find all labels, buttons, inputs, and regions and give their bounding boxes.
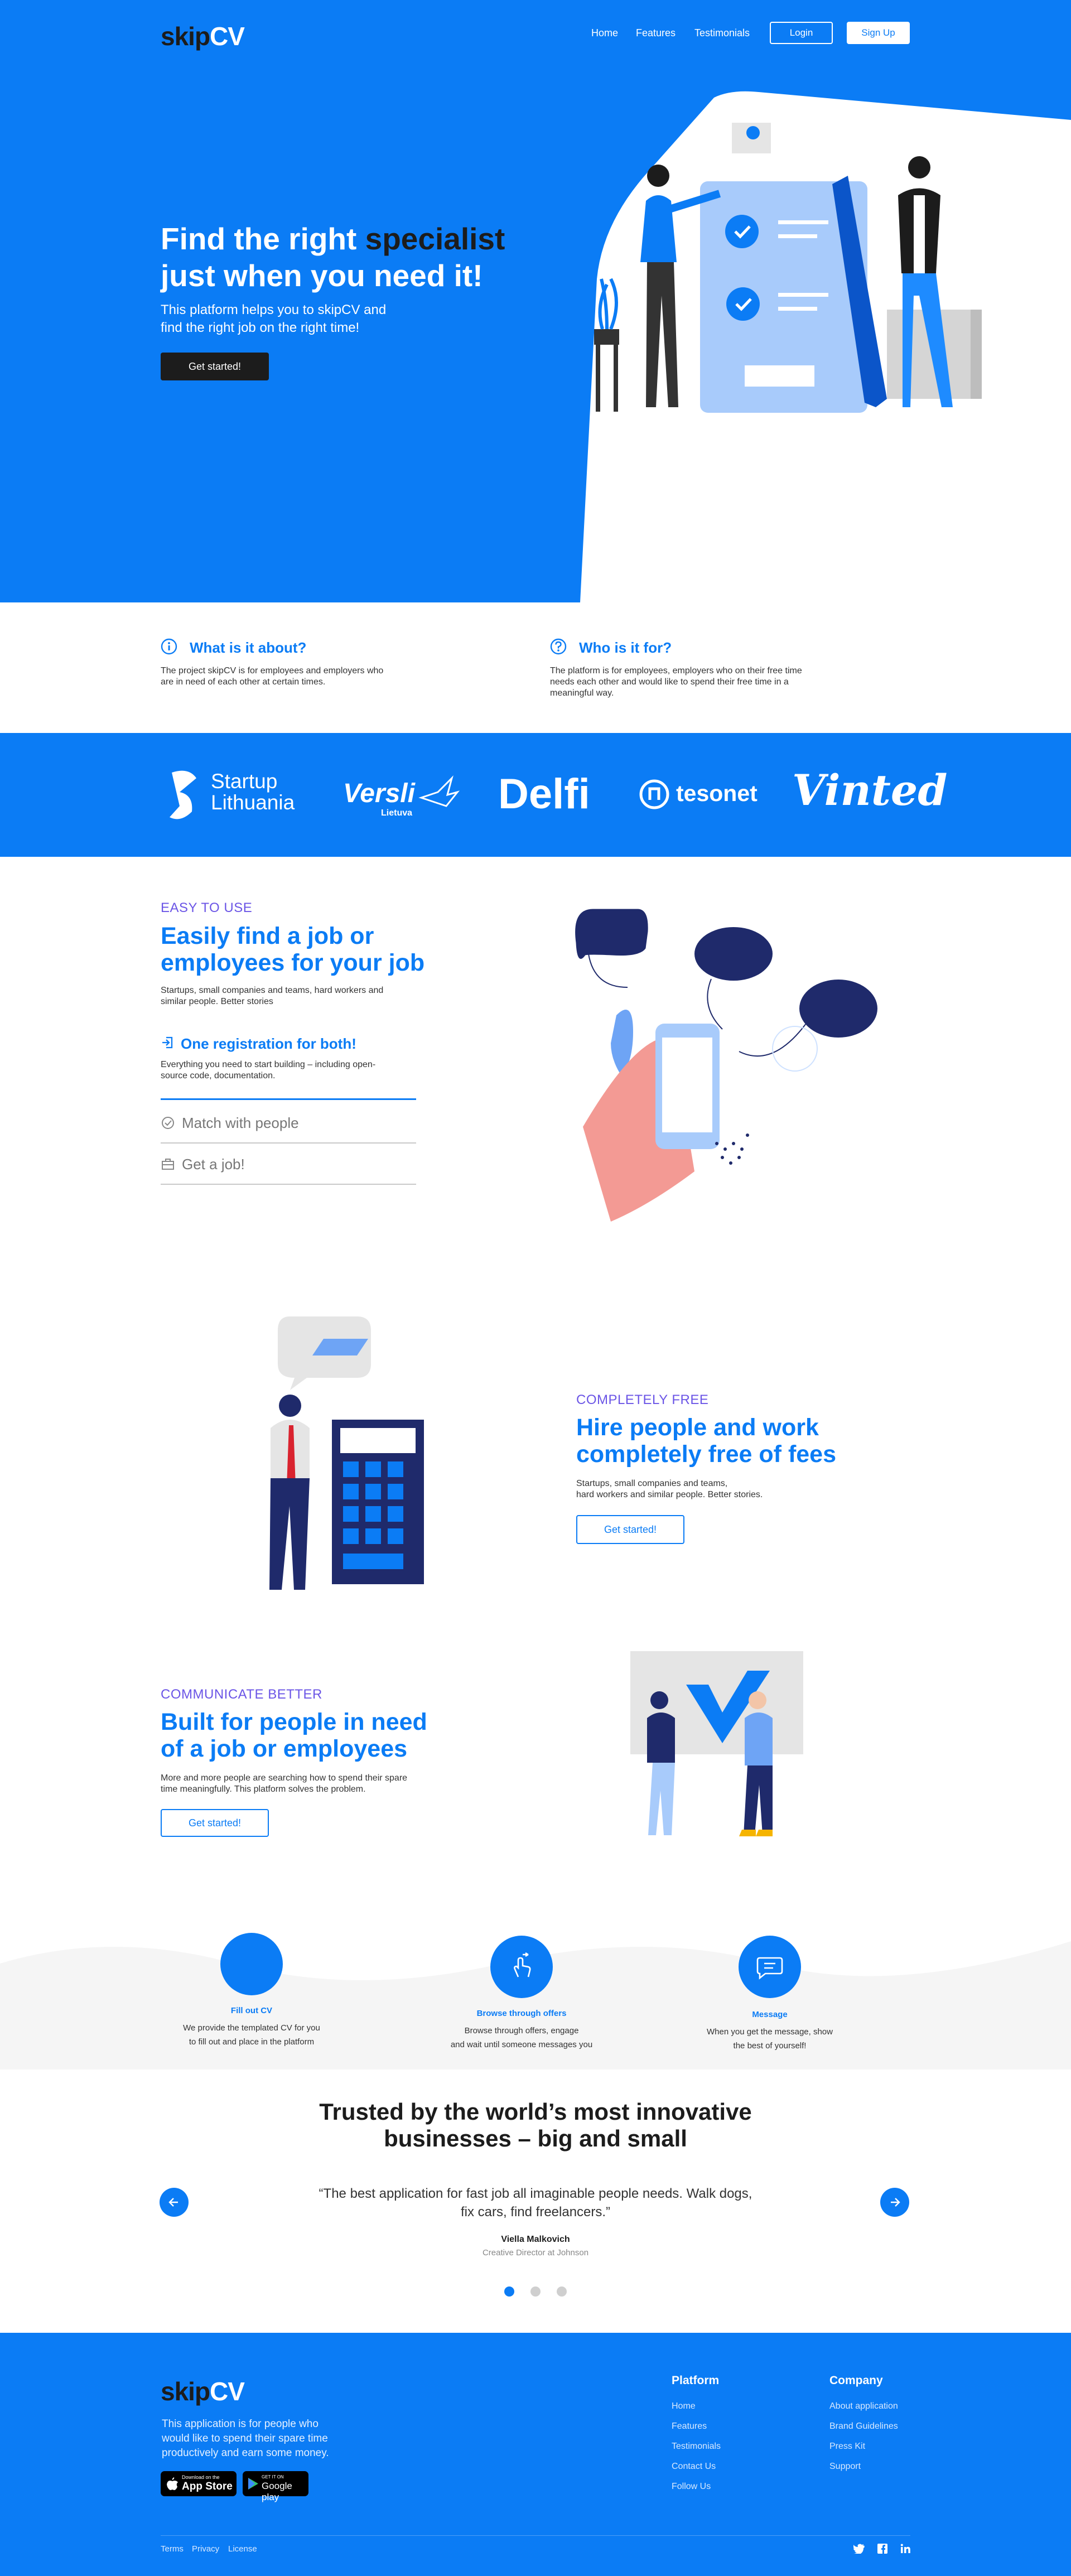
- testimonial-quote: “The best application for fast job all i…: [319, 2186, 752, 2220]
- hero-subtitle: This platform helps you to skipCV and fin…: [161, 302, 387, 335]
- startup-lithuania-text: Startup Lithuania: [211, 770, 295, 814]
- login-arrow-icon: [162, 1036, 173, 1049]
- calculator-illustration: [269, 1316, 424, 1590]
- step-fill-cv-text: We provide the templated CV for you to fi…: [183, 2023, 320, 2047]
- footer-link-features[interactable]: Features: [672, 2421, 707, 2432]
- facebook-icon[interactable]: [877, 2544, 887, 2554]
- testimonials-title: Trusted by the world’s most innovative bu…: [319, 2099, 752, 2152]
- about-who: Who is it for? The platform is for emplo…: [550, 638, 802, 698]
- check-circle-icon: [162, 1117, 174, 1129]
- crane-icon: [418, 775, 460, 807]
- chat-bubble-icon: [756, 1957, 783, 1980]
- tesonet-logo: tesonet: [676, 780, 758, 806]
- step-fill-cv-title: Fill out CV: [230, 2006, 273, 2015]
- delfi-logo: Delfi: [498, 770, 590, 818]
- brand-logo[interactable]: skipCV: [161, 21, 245, 51]
- communicate-kicker: COMMUNICATE BETTER: [161, 1687, 322, 1702]
- step-browse-title: Browse through offers: [476, 2009, 567, 2018]
- handshake-illustration: [630, 1651, 803, 1836]
- testimonial-author: Viella Malkovich: [501, 2235, 570, 2244]
- footer-link-brand[interactable]: Brand Guidelines: [829, 2421, 898, 2432]
- nav-home[interactable]: Home: [591, 27, 618, 39]
- hero-title: Find the right specialist just when you …: [161, 221, 505, 293]
- google-play-button[interactable]: GET IT ON Google play: [243, 2471, 308, 2502]
- message-icon: [739, 1936, 801, 1998]
- step-browse-text: Browse through offers, engage and wait un…: [450, 2026, 593, 2049]
- testimonial-role: Creative Director at Johnson: [482, 2248, 589, 2257]
- footer-platform-title: Platform: [672, 2374, 720, 2387]
- carousel-dot-3[interactable]: [557, 2286, 567, 2297]
- vinted-logo: Vinted: [792, 765, 948, 815]
- arrow-right-icon: [891, 2198, 900, 2207]
- phone-illustration: [575, 909, 877, 1222]
- communicate-text: More and more people are searching how t…: [161, 1773, 408, 1794]
- feature-get-job[interactable]: Get a job!: [161, 1145, 416, 1185]
- versli-lietuva-logo: Versli Lietuva: [343, 779, 415, 818]
- startup-lithuania-logo: [170, 770, 196, 819]
- footer-link-testimonials[interactable]: Testimonials: [672, 2442, 721, 2452]
- easy-text: Startups, small companies and teams, har…: [161, 986, 384, 1006]
- carousel-dot-2[interactable]: [530, 2286, 541, 2297]
- linkedin-icon[interactable]: [900, 2544, 910, 2554]
- communicate-get-started-button[interactable]: Get started!: [161, 1809, 269, 1837]
- footer-link-contact[interactable]: Contact Us: [672, 2462, 716, 2472]
- hero-illustration: [594, 123, 982, 413]
- footer: [0, 2333, 1071, 2576]
- about-what: What is it about? The project skipCV is …: [161, 638, 384, 687]
- next-testimonial-button[interactable]: [880, 2188, 909, 2217]
- step-message-title: Message: [752, 2010, 788, 2019]
- footer-divider: [161, 2535, 910, 2536]
- footer-terms[interactable]: Terms: [161, 2544, 184, 2554]
- footer-link-support[interactable]: Support: [829, 2462, 861, 2472]
- communicate-title: Built for people in need of a job or empl…: [161, 1709, 427, 1762]
- footer-link-about[interactable]: About application: [829, 2401, 898, 2411]
- footer-description: This application is for people who would …: [162, 2418, 329, 2459]
- easy-title: Easily find a job or employees for your j…: [161, 923, 425, 976]
- feature-match-people[interactable]: Match with people: [161, 1103, 416, 1144]
- twitter-icon[interactable]: [853, 2544, 865, 2554]
- apple-icon: [167, 2477, 178, 2490]
- footer-company-title: Company: [829, 2374, 883, 2387]
- browse-icon: [490, 1936, 553, 1998]
- footer-link-press[interactable]: Press Kit: [829, 2442, 865, 2452]
- question-icon: [550, 638, 567, 655]
- free-title: Hire people and work completely free of f…: [576, 1414, 837, 1468]
- free-kicker: COMPLETELY FREE: [576, 1392, 709, 1407]
- footer-license[interactable]: License: [228, 2544, 257, 2554]
- tesonet-icon: [639, 779, 669, 809]
- google-play-icon: [248, 2478, 258, 2490]
- feature-one-registration[interactable]: One registration for both! Everything yo…: [161, 1035, 416, 1100]
- touch-gesture-icon: [514, 1952, 531, 1977]
- briefcase-icon: [162, 1159, 174, 1170]
- previous-testimonial-button[interactable]: [160, 2188, 189, 2217]
- info-icon: [161, 638, 177, 655]
- free-get-started-button[interactable]: Get started!: [576, 1515, 684, 1544]
- step-message-text: When you get the message, show the best o…: [707, 2027, 833, 2051]
- easy-kicker: EASY TO USE: [161, 900, 253, 915]
- nav-features[interactable]: Features: [636, 27, 676, 39]
- nav-testimonials[interactable]: Testimonials: [694, 27, 750, 39]
- footer-link-home[interactable]: Home: [672, 2401, 696, 2411]
- arrow-left-icon: [168, 2198, 178, 2207]
- fill-cv-icon: [220, 1933, 283, 1995]
- footer-link-follow[interactable]: Follow Us: [672, 2482, 711, 2492]
- signup-button[interactable]: Sign Up: [847, 22, 910, 44]
- carousel-dot-1[interactable]: [504, 2286, 514, 2297]
- footer-logo[interactable]: skipCV: [161, 2376, 245, 2406]
- login-button[interactable]: Login: [770, 22, 833, 44]
- hero-get-started-button[interactable]: Get started!: [161, 353, 269, 380]
- app-store-button[interactable]: Download on the App Store: [161, 2471, 237, 2496]
- footer-privacy[interactable]: Privacy: [192, 2544, 219, 2554]
- free-text: Startups, small companies and teams, hard…: [576, 1479, 763, 1499]
